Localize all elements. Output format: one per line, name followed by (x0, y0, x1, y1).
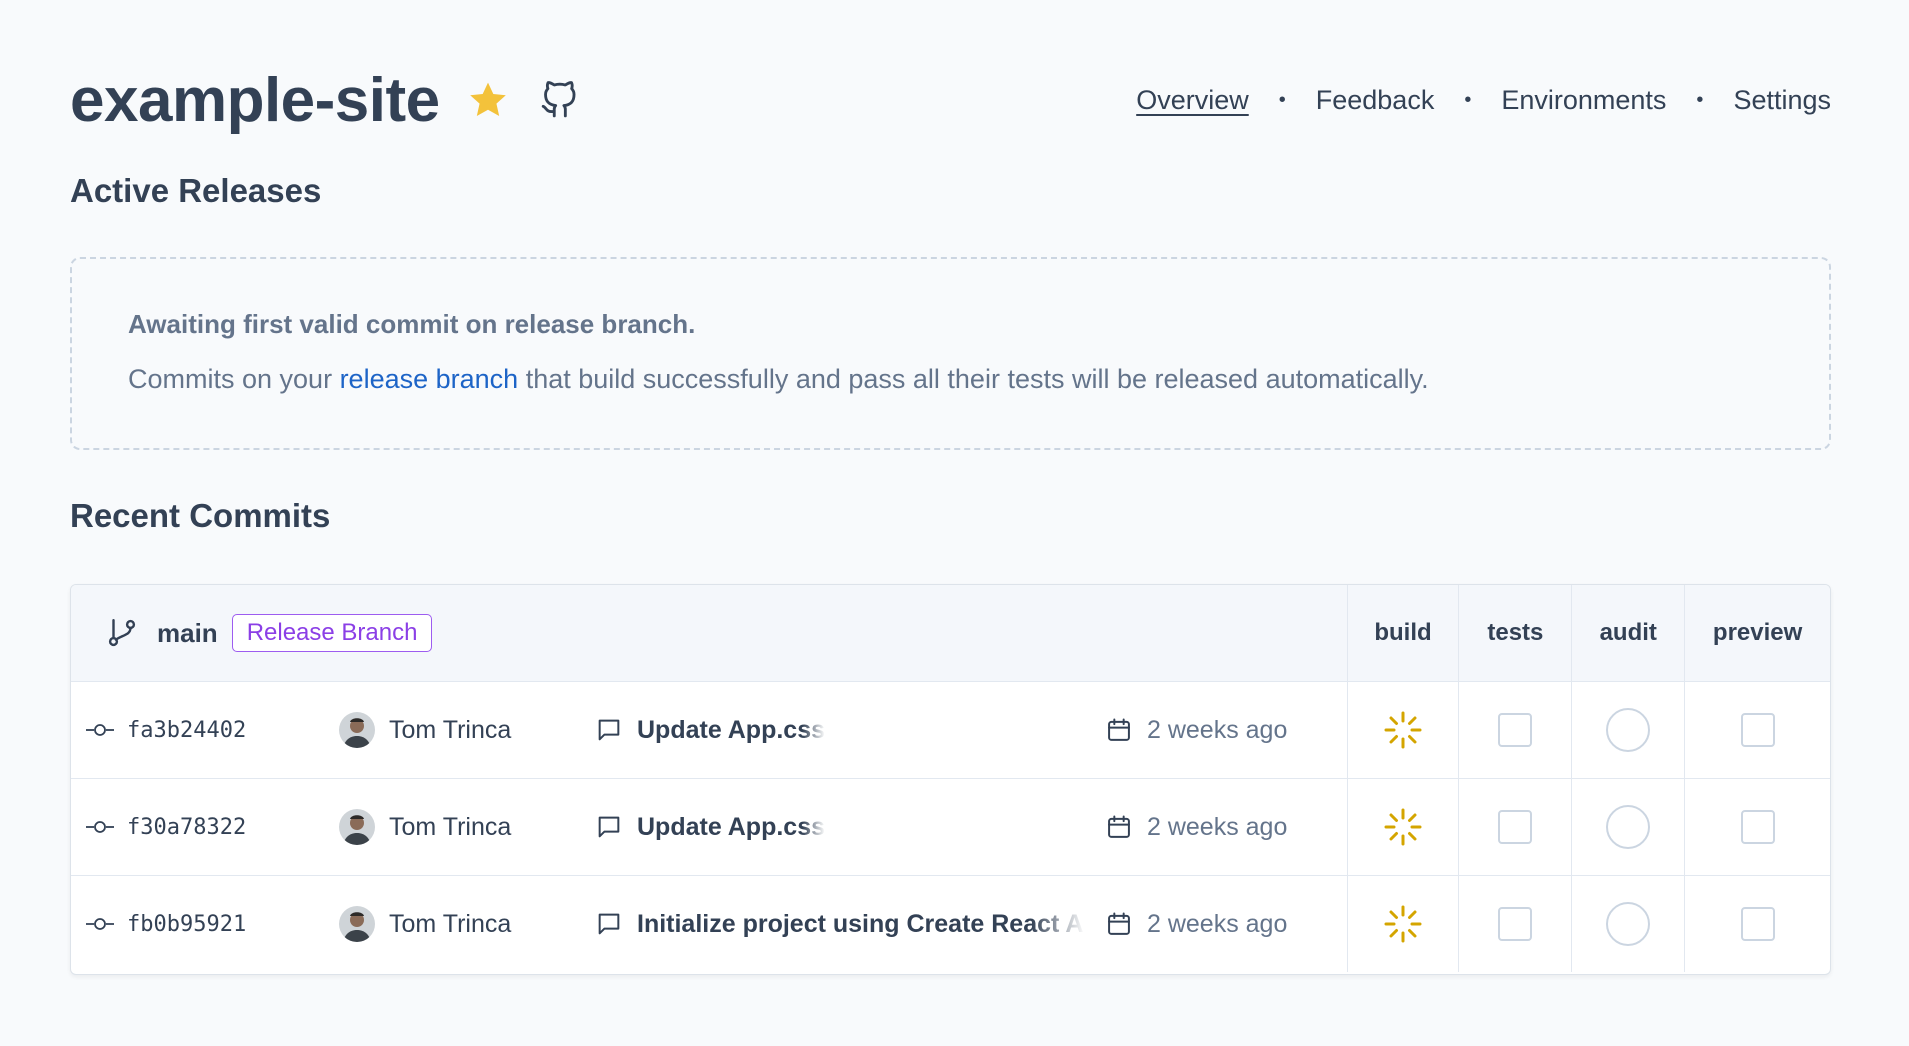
calendar-icon (1105, 910, 1133, 938)
notice-body-suffix: that build successfully and pass all the… (518, 364, 1429, 394)
tests-status-square (1498, 713, 1533, 747)
commits-table: main Release Branch build tests audit pr… (70, 584, 1831, 975)
nav-separator: • (1464, 88, 1472, 111)
git-commit-icon (85, 818, 115, 836)
spinner-icon (1383, 807, 1423, 847)
commit-date: 2 weeks ago (1147, 812, 1288, 841)
preview-status-cell[interactable] (1685, 779, 1830, 875)
table-row[interactable]: fb0b95921 Tom Trinca Initialize project … (71, 876, 1830, 972)
audit-status-cell[interactable] (1572, 682, 1686, 778)
commit-date: 2 weeks ago (1147, 715, 1288, 744)
message-icon (595, 813, 623, 841)
commit-info-cell: fb0b95921 Tom Trinca Initialize project … (71, 876, 1348, 972)
notice-body: Commits on your release branch that buil… (128, 364, 1773, 395)
commit-sha[interactable]: fa3b24402 (127, 718, 246, 743)
commit-message[interactable]: Initialize project using Create React Ap… (637, 910, 1085, 939)
release-branch-link[interactable]: release branch (340, 364, 519, 394)
commit-sha-group: fa3b24402 (85, 682, 246, 778)
build-status-cell[interactable] (1348, 876, 1460, 972)
top-nav: Overview • Feedback • Environments • Set… (1136, 85, 1831, 116)
tests-status-cell[interactable] (1459, 682, 1573, 778)
audit-status-cell[interactable] (1572, 779, 1686, 875)
commit-author-group: Tom Trinca (339, 779, 511, 875)
release-branch-badge: Release Branch (231, 614, 433, 652)
commit-date-group: 2 weeks ago (1105, 682, 1287, 778)
message-icon (595, 910, 623, 938)
commit-message[interactable]: Update App.css (637, 813, 825, 842)
tests-status-cell[interactable] (1459, 779, 1573, 875)
tests-status-square (1498, 907, 1533, 941)
avatar (339, 906, 375, 942)
commit-message-group: Update App.css (595, 779, 825, 875)
commit-sha[interactable]: fb0b95921 (127, 912, 246, 937)
github-icon[interactable] (540, 81, 578, 119)
commit-sha-group: f30a78322 (85, 779, 246, 875)
commit-sha[interactable]: f30a78322 (127, 815, 246, 840)
title-group: example-site (70, 65, 578, 136)
tests-status-square (1498, 810, 1533, 844)
recent-commits-title: Recent Commits (70, 497, 331, 534)
audit-status-circle (1606, 805, 1651, 849)
header: example-site Overview • Feedback • Envir… (70, 62, 1831, 138)
commit-message[interactable]: Update App.css (637, 716, 825, 745)
commit-author: Tom Trinca (389, 909, 512, 938)
git-branch-icon (105, 616, 139, 650)
branch-name[interactable]: main (157, 618, 218, 649)
branch-header: main Release Branch (71, 585, 1348, 681)
notice-body-prefix: Commits on your (128, 364, 340, 394)
commit-message-group: Initialize project using Create React Ap… (595, 876, 1085, 972)
nav-separator: • (1696, 88, 1704, 111)
nav-settings[interactable]: Settings (1733, 85, 1831, 116)
commit-sha-group: fb0b95921 (85, 876, 246, 972)
preview-status-square (1740, 907, 1775, 941)
column-header-build: build (1348, 585, 1460, 681)
nav-environments[interactable]: Environments (1501, 85, 1666, 116)
commit-date: 2 weeks ago (1147, 909, 1288, 938)
build-status-cell[interactable] (1348, 682, 1460, 778)
table-header: main Release Branch build tests audit pr… (71, 585, 1830, 682)
preview-status-cell[interactable] (1685, 876, 1830, 972)
nav-separator: • (1278, 88, 1286, 111)
preview-status-square (1740, 713, 1775, 747)
star-icon[interactable] (466, 78, 510, 122)
audit-status-circle (1606, 902, 1651, 946)
commit-info-cell: f30a78322 Tom Trinca Update App.css 2 we… (71, 779, 1348, 875)
spinner-icon (1383, 904, 1423, 944)
tests-status-cell[interactable] (1459, 876, 1573, 972)
avatar (339, 712, 375, 748)
empty-releases-notice: Awaiting first valid commit on release b… (70, 257, 1831, 450)
audit-status-cell[interactable] (1572, 876, 1686, 972)
calendar-icon (1105, 716, 1133, 744)
commit-date-group: 2 weeks ago (1105, 779, 1287, 875)
calendar-icon (1105, 813, 1133, 841)
notice-heading: Awaiting first valid commit on release b… (128, 309, 696, 339)
commit-author: Tom Trinca (389, 812, 512, 841)
nav-feedback[interactable]: Feedback (1316, 85, 1435, 116)
column-header-audit: audit (1572, 585, 1686, 681)
commit-author: Tom Trinca (389, 715, 512, 744)
nav-overview[interactable]: Overview (1136, 85, 1249, 116)
git-commit-icon (85, 915, 115, 933)
commit-author-group: Tom Trinca (339, 682, 511, 778)
active-releases-title: Active Releases (70, 172, 322, 209)
preview-status-cell[interactable] (1685, 682, 1830, 778)
avatar (339, 809, 375, 845)
git-commit-icon (85, 721, 115, 739)
commit-author-group: Tom Trinca (339, 876, 511, 972)
commit-date-group: 2 weeks ago (1105, 876, 1287, 972)
commit-info-cell: fa3b24402 Tom Trinca Update App.css 2 we… (71, 682, 1348, 778)
build-status-cell[interactable] (1348, 779, 1460, 875)
column-header-tests: tests (1459, 585, 1573, 681)
table-row[interactable]: f30a78322 Tom Trinca Update App.css 2 we… (71, 779, 1830, 876)
table-row[interactable]: fa3b24402 Tom Trinca Update App.css 2 we… (71, 682, 1830, 779)
commit-message-group: Update App.css (595, 682, 825, 778)
spinner-icon (1383, 710, 1423, 750)
page-title: example-site (70, 65, 440, 135)
audit-status-circle (1606, 708, 1651, 752)
preview-status-square (1740, 810, 1775, 844)
message-icon (595, 716, 623, 744)
column-header-preview: preview (1712, 619, 1803, 646)
page: example-site Overview • Feedback • Envir… (0, 0, 1909, 1046)
